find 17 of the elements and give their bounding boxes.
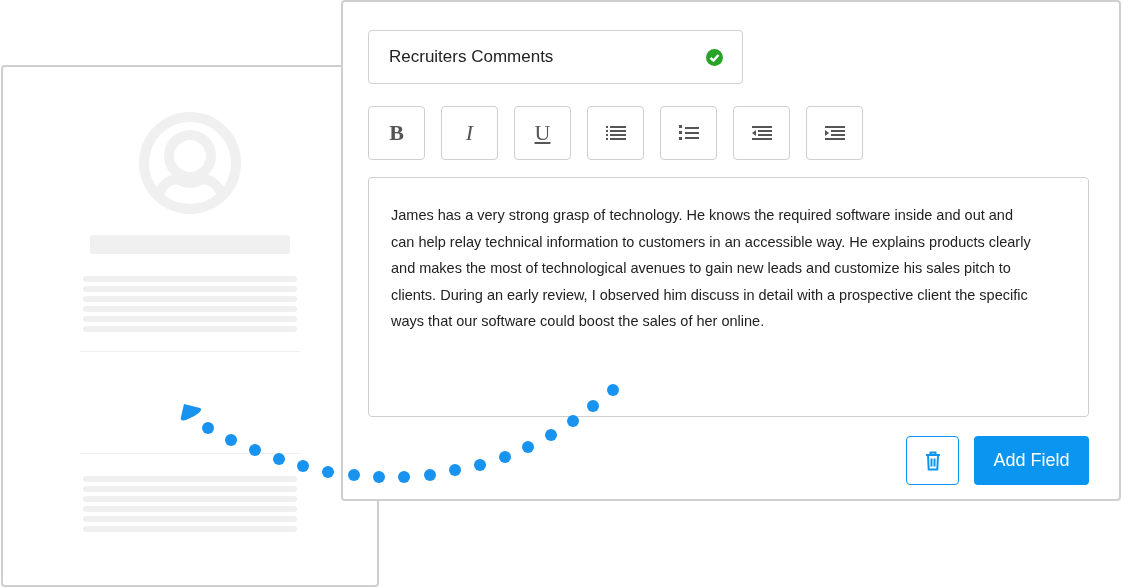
comment-field[interactable] (368, 177, 1089, 417)
title-field[interactable]: Recruiters Comments (368, 30, 743, 84)
bold-button[interactable]: B (368, 106, 425, 160)
bullet-list-button[interactable] (587, 106, 644, 160)
indent-button[interactable] (806, 106, 863, 160)
indent-arrow (824, 130, 829, 136)
bullet-list-icon (605, 125, 626, 141)
outdent-button[interactable] (733, 106, 790, 160)
comment-text: James has a very strong grasp of technology. He knows the required software inside and out and can help relay technical information to customers in an accessible way. He explains products clearly and makes the most of technological avenues to gain new leads and customize his sales pitch to clients. During an early review, I observed him discuss in detail with a prospective client the specific ways that our software could boost the sales of her online. (391, 206, 1032, 332)
numbered-list-icon (678, 124, 699, 142)
title-value: Recruiters Comments (389, 47, 554, 67)
delete-button[interactable] (906, 436, 959, 485)
underline-button[interactable]: U (514, 106, 571, 160)
trash-icon (924, 450, 941, 471)
italic-button[interactable]: I (441, 106, 498, 160)
outdent-arrow (751, 130, 756, 136)
numbered-list-button[interactable] (660, 106, 717, 160)
